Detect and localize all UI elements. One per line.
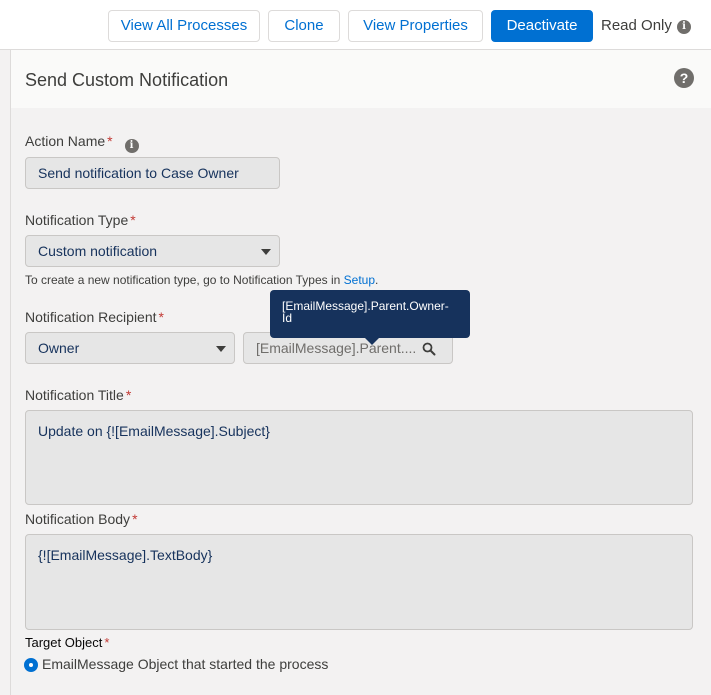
view-properties-button[interactable]: View Properties bbox=[348, 10, 483, 42]
help-icon[interactable]: ? bbox=[674, 68, 694, 88]
target-object-label: Target Object * bbox=[25, 635, 110, 650]
setup-link[interactable]: Setup bbox=[344, 273, 375, 287]
action-name-label: Action Name * i bbox=[25, 133, 139, 153]
notification-type-select[interactable]: Custom notification bbox=[25, 235, 280, 267]
notification-type-label: Notification Type * bbox=[25, 212, 136, 228]
notification-recipient-select[interactable]: Owner bbox=[25, 332, 235, 364]
target-object-option-label[interactable]: EmailMessage Object that started the pro… bbox=[42, 656, 328, 672]
left-strip bbox=[0, 50, 11, 695]
search-icon[interactable] bbox=[422, 342, 436, 356]
panel-title: Send Custom Notification bbox=[25, 70, 229, 90]
tooltip-arrow bbox=[364, 337, 380, 345]
top-toolbar: View All Processes Clone View Properties… bbox=[0, 0, 711, 50]
notification-title-label: Notification Title * bbox=[25, 387, 132, 403]
panel-header: Send Custom Notification ? bbox=[11, 50, 711, 108]
notification-body-field[interactable]: {![EmailMessage].TextBody} bbox=[25, 534, 693, 630]
view-all-processes-button[interactable]: View All Processes bbox=[108, 10, 260, 42]
notification-title-field[interactable]: Update on {![EmailMessage].Subject} bbox=[25, 410, 693, 505]
target-object-radio[interactable] bbox=[24, 658, 38, 672]
chevron-down-icon bbox=[261, 249, 271, 255]
recipient-lookup-value: [EmailMessage].Parent.... bbox=[256, 340, 417, 356]
recipient-tooltip: [EmailMessage].Parent.Owner-Id bbox=[270, 290, 470, 338]
chevron-down-icon bbox=[216, 346, 226, 352]
notification-type-value: Custom notification bbox=[38, 243, 158, 259]
read-only-label: Read Only bbox=[601, 17, 672, 34]
notification-type-helptext: To create a new notification type, go to… bbox=[25, 273, 379, 287]
notification-recipient-label: Notification Recipient * bbox=[25, 309, 164, 325]
action-name-field[interactable]: Send notification to Case Owner bbox=[25, 157, 280, 189]
notification-recipient-value: Owner bbox=[38, 340, 80, 356]
clone-button[interactable]: Clone bbox=[268, 10, 340, 42]
deactivate-button[interactable]: Deactivate bbox=[491, 10, 593, 42]
info-icon[interactable]: i bbox=[677, 20, 691, 34]
action-name-info-icon[interactable]: i bbox=[124, 139, 139, 153]
notification-body-label: Notification Body * bbox=[25, 511, 138, 527]
